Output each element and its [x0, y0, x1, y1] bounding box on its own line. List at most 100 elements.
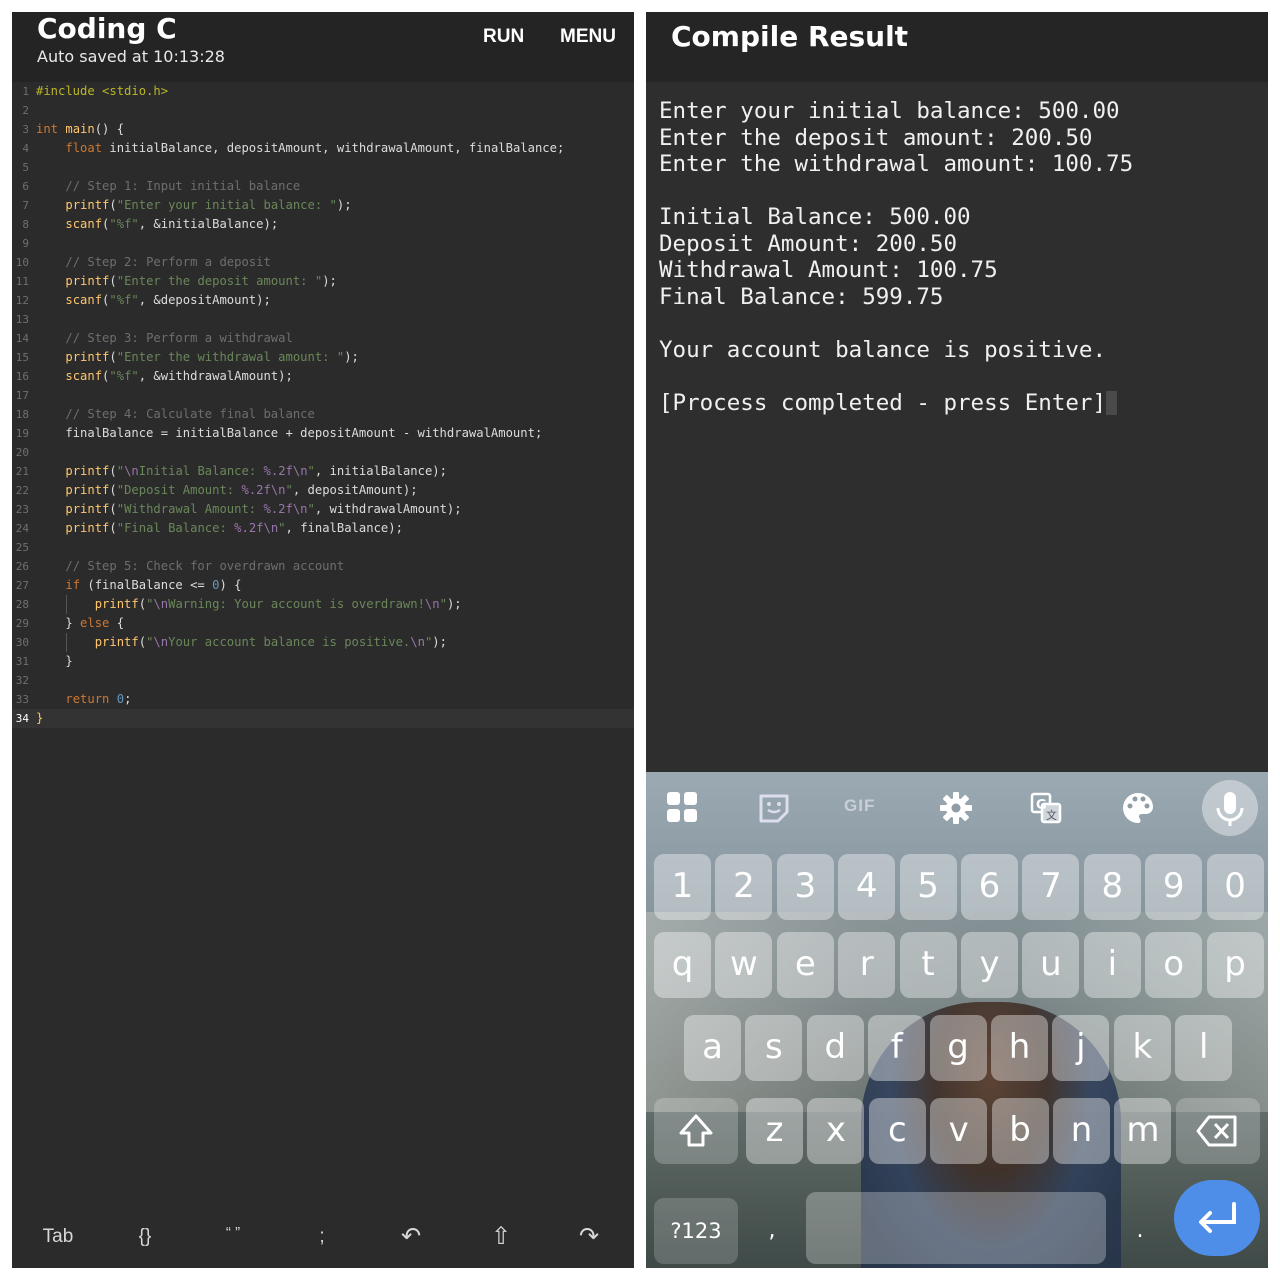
key-o[interactable]: o [1145, 932, 1203, 998]
code-line[interactable]: 33 return 0; [12, 690, 634, 709]
code-line[interactable]: 24 printf("Final Balance: %.2f\n", final… [12, 519, 634, 538]
code-line[interactable]: 16 scanf("%f", &withdrawalAmount); [12, 367, 634, 386]
code-line[interactable]: 32 [12, 671, 634, 690]
code-line[interactable]: 6 // Step 1: Input initial balance [12, 177, 634, 196]
code-token: float [65, 141, 110, 155]
key-u[interactable]: u [1022, 932, 1080, 998]
output-text: Enter the deposit amount: 200.50 [659, 124, 1093, 151]
key-l[interactable]: l [1175, 1015, 1233, 1081]
key-m[interactable]: m [1114, 1098, 1172, 1164]
code-line[interactable]: 13 [12, 310, 634, 329]
key-a[interactable]: a [684, 1015, 741, 1081]
translate-icon[interactable]: G 文 [1026, 788, 1066, 828]
code-line[interactable]: 10 // Step 2: Perform a deposit [12, 253, 634, 272]
key-r[interactable]: r [838, 932, 896, 998]
semicolon-key[interactable]: ; [312, 1226, 332, 1248]
code-line[interactable]: 34} [12, 709, 634, 728]
key-8[interactable]: 8 [1083, 854, 1141, 920]
code-line[interactable]: 17 [12, 386, 634, 405]
code-editor[interactable]: 1 #include <stdio.h> 2 3 int main() {4 float… [12, 82, 634, 1212]
tab-key[interactable]: Tab [38, 1226, 78, 1248]
comma-key[interactable]: , [746, 1198, 798, 1264]
quotes-key[interactable]: “ ” [216, 1224, 250, 1241]
key-3[interactable]: 3 [776, 854, 834, 920]
code-line[interactable]: 1 #include <stdio.h> [12, 82, 634, 101]
code-line[interactable]: 4 float initialBalance, depositAmount, w… [12, 139, 634, 158]
settings-gear-icon[interactable] [936, 788, 976, 828]
code-line[interactable]: 27 if (finalBalance <= 0) { [12, 576, 634, 595]
key-h[interactable]: h [991, 1015, 1048, 1081]
code-line[interactable]: 30 printf("\nYour account balance is pos… [12, 633, 634, 652]
shift-key-keyboard[interactable] [654, 1098, 738, 1164]
key-d[interactable]: d [806, 1015, 864, 1081]
code-line[interactable]: 31 } [12, 652, 634, 671]
key-f[interactable]: f [868, 1015, 926, 1081]
key-e[interactable]: e [776, 932, 834, 998]
key-4[interactable]: 4 [838, 854, 896, 920]
key-v[interactable]: v [930, 1098, 988, 1164]
code-line[interactable]: 15 printf("Enter the withdrawal amount: … [12, 348, 634, 367]
run-button[interactable]: RUN [483, 26, 524, 48]
key-i[interactable]: i [1083, 932, 1141, 998]
code-line[interactable]: 5 [12, 158, 634, 177]
space-bar[interactable] [806, 1192, 1106, 1264]
code-line[interactable]: 14 // Step 3: Perform a withdrawal [12, 329, 634, 348]
key-q[interactable]: q [654, 932, 711, 998]
key-7[interactable]: 7 [1022, 854, 1080, 920]
key-p[interactable]: p [1206, 932, 1264, 998]
code-line[interactable]: 2 [12, 101, 634, 120]
code-line[interactable]: 9 [12, 234, 634, 253]
code-line[interactable]: 29 } else { [12, 614, 634, 633]
key-s[interactable]: s [745, 1015, 803, 1081]
code-line[interactable]: 18 // Step 4: Calculate final balance [12, 405, 634, 424]
key-t[interactable]: t [899, 932, 957, 998]
gif-icon[interactable]: GIF [844, 788, 888, 828]
shift-key[interactable]: ⇧ [488, 1222, 514, 1251]
key-j[interactable]: j [1052, 1015, 1110, 1081]
key-c[interactable]: c [868, 1098, 926, 1164]
key-g[interactable]: g [929, 1015, 987, 1081]
apps-grid-icon[interactable] [663, 788, 703, 828]
code-line[interactable]: 22 printf("Deposit Amount: %.2f\n", depo… [12, 481, 634, 500]
key-2[interactable]: 2 [715, 854, 773, 920]
enter-key[interactable] [1174, 1180, 1260, 1256]
key-6[interactable]: 6 [961, 854, 1018, 920]
backspace-key[interactable] [1176, 1098, 1260, 1164]
key-x[interactable]: x [807, 1098, 865, 1164]
microphone-icon[interactable] [1202, 780, 1258, 836]
code-line[interactable]: 23 printf("Withdrawal Amount: %.2f\n", w… [12, 500, 634, 519]
code-line[interactable]: 28 printf("\nWarning: Your account is ov… [12, 595, 634, 614]
symbols-key[interactable]: ?123 [654, 1198, 738, 1264]
code-line[interactable]: 8 scanf("%f", &initialBalance); [12, 215, 634, 234]
key-y[interactable]: y [961, 932, 1018, 998]
palette-icon[interactable] [1118, 788, 1158, 828]
code-line[interactable]: 11 printf("Enter the deposit amount: "); [12, 272, 634, 291]
code-line[interactable]: 21 printf("\nInitial Balance: %.2f\n", i… [12, 462, 634, 481]
sticker-icon[interactable] [754, 788, 794, 828]
menu-button[interactable]: MENU [560, 26, 616, 48]
braces-key[interactable]: {} [130, 1226, 160, 1248]
code-line[interactable]: 7 printf("Enter your initial balance: ")… [12, 196, 634, 215]
code-line[interactable]: 26 // Step 5: Check for overdrawn accoun… [12, 557, 634, 576]
key-b[interactable]: b [991, 1098, 1049, 1164]
key-5[interactable]: 5 [899, 854, 957, 920]
key-n[interactable]: n [1053, 1098, 1110, 1164]
undo-key[interactable]: ↶ [398, 1222, 424, 1251]
redo-key[interactable]: ↷ [576, 1222, 602, 1251]
key-k[interactable]: k [1113, 1015, 1171, 1081]
code-line[interactable]: 19 finalBalance = initialBalance + depos… [12, 424, 634, 443]
code-line[interactable]: 25 [12, 538, 634, 557]
terminal-output[interactable]: Enter your initial balance: 500.00 Enter … [659, 98, 1259, 416]
key-9[interactable]: 9 [1145, 854, 1203, 920]
code-token: \n [410, 635, 425, 649]
code-token: printf [65, 464, 110, 478]
code-line[interactable]: 20 [12, 443, 634, 462]
key-w[interactable]: w [715, 932, 773, 998]
code-line[interactable]: 12 scanf("%f", &depositAmount); [12, 291, 634, 310]
key-0[interactable]: 0 [1206, 854, 1264, 920]
period-key[interactable]: . [1114, 1198, 1166, 1264]
key-z[interactable]: z [746, 1098, 803, 1164]
code-token: " [439, 597, 447, 611]
code-line[interactable]: 3 int main() { [12, 120, 634, 139]
key-1[interactable]: 1 [654, 854, 711, 920]
